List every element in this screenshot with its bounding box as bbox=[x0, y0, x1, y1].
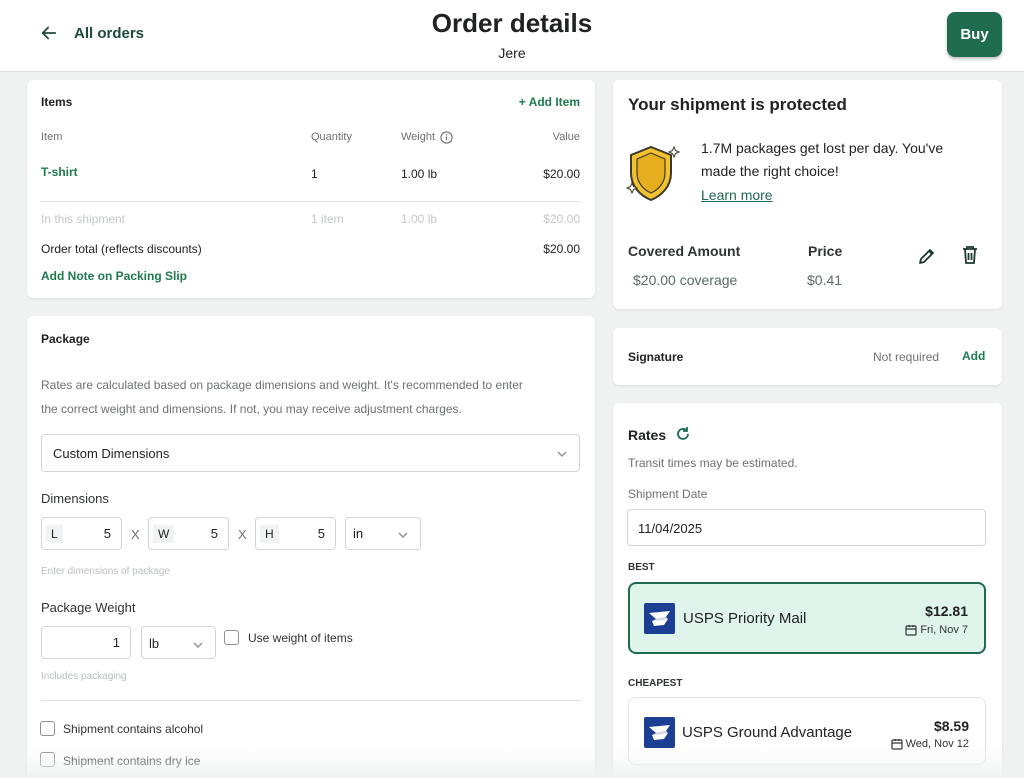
rate-eta: Wed, Nov 12 bbox=[905, 738, 969, 750]
trash-icon[interactable] bbox=[961, 245, 979, 265]
price-value: $0.41 bbox=[807, 272, 843, 288]
package-weight-label: Package Weight bbox=[41, 600, 136, 615]
calendar-icon bbox=[905, 625, 917, 636]
height-value: 5 bbox=[317, 526, 325, 541]
usps-eagle-logo bbox=[644, 603, 675, 634]
package-description-line1: Rates are calculated based on package di… bbox=[41, 378, 523, 392]
protection-message-line1: 1.7M packages get lost per day. You've bbox=[701, 140, 944, 156]
package-divider bbox=[41, 700, 581, 701]
package-heading: Package bbox=[41, 332, 90, 346]
protection-heading: Your shipment is protected bbox=[628, 95, 847, 114]
shipment-weight: 1.00 lb bbox=[401, 212, 438, 226]
page-header: All orders Order details Jere Buy bbox=[0, 0, 1024, 72]
cheapest-tag: CHEAPEST bbox=[628, 678, 683, 689]
length-input[interactable]: L 5 bbox=[41, 517, 122, 550]
alcohol-checkbox[interactable] bbox=[40, 721, 55, 736]
customer-name: Jere bbox=[498, 45, 526, 61]
width-input[interactable]: W 5 bbox=[148, 517, 229, 550]
order-total-label: Order total (reflects discounts) bbox=[41, 242, 202, 256]
items-heading: Items bbox=[41, 95, 73, 109]
dimension-unit-select[interactable]: in bbox=[345, 517, 421, 550]
height-prefix: H bbox=[260, 525, 279, 543]
item-name-link[interactable]: T-shirt bbox=[41, 165, 78, 179]
package-weight-input[interactable]: 1 bbox=[41, 626, 131, 659]
add-packing-note-link[interactable]: Add Note on Packing Slip bbox=[41, 269, 187, 283]
usps-eagle-logo bbox=[644, 717, 675, 748]
rate-option-ground-advantage[interactable]: USPS Ground Advantage $8.59 Wed, Nov 12 bbox=[628, 697, 986, 765]
refresh-icon[interactable] bbox=[675, 426, 691, 442]
weight-unit-select[interactable]: lb bbox=[141, 626, 216, 659]
covered-amount-value: $20.00 coverage bbox=[633, 272, 738, 288]
weight-help: Includes packaging bbox=[41, 671, 127, 682]
column-value: Value bbox=[552, 131, 580, 143]
item-weight: 1.00 lb bbox=[401, 167, 438, 181]
buy-button[interactable]: Buy bbox=[947, 12, 1002, 57]
shipment-date-value: 11/04/2025 bbox=[638, 521, 703, 536]
dimensions-label: Dimensions bbox=[41, 491, 109, 506]
pencil-icon[interactable] bbox=[917, 246, 937, 266]
items-divider bbox=[41, 201, 581, 202]
rate-price: $12.81 bbox=[925, 603, 968, 619]
rate-price: $8.59 bbox=[933, 718, 969, 734]
width-value: 5 bbox=[210, 526, 218, 541]
rates-heading: Rates bbox=[628, 427, 667, 443]
length-value: 5 bbox=[103, 526, 111, 541]
dimension-separator: X bbox=[238, 527, 247, 542]
calendar-icon bbox=[891, 739, 903, 750]
dimension-unit-value: in bbox=[353, 526, 364, 541]
add-signature-button[interactable]: Add bbox=[962, 349, 985, 363]
package-description-line2: the correct weight and dimensions. If no… bbox=[41, 402, 462, 416]
info-icon[interactable] bbox=[440, 131, 453, 144]
protection-message-line2: made the right choice! bbox=[701, 163, 839, 179]
learn-more-link[interactable]: Learn more bbox=[701, 187, 773, 203]
width-prefix: W bbox=[153, 525, 175, 543]
shipment-date-label: Shipment Date bbox=[628, 487, 708, 501]
package-type-value: Custom Dimensions bbox=[53, 446, 170, 461]
shipment-label: In this shipment bbox=[41, 212, 126, 226]
dry-ice-checkbox[interactable] bbox=[40, 752, 55, 767]
chevron-down-icon bbox=[193, 642, 203, 649]
transit-note: Transit times may be estimated. bbox=[628, 456, 798, 470]
rate-option-priority-mail[interactable]: USPS Priority Mail $12.81 Fri, Nov 7 bbox=[628, 582, 986, 654]
carrier-name: USPS Ground Advantage bbox=[682, 724, 853, 741]
height-input[interactable]: H 5 bbox=[255, 517, 336, 550]
carrier-name: USPS Priority Mail bbox=[683, 610, 807, 627]
item-value: $20.00 bbox=[543, 167, 580, 181]
chevron-down-icon bbox=[398, 532, 408, 539]
shipment-date-input[interactable]: 11/04/2025 bbox=[627, 509, 986, 546]
shipment-quantity: 1 item bbox=[311, 212, 344, 226]
covered-amount-label: Covered Amount bbox=[628, 243, 741, 259]
column-item: Item bbox=[41, 131, 63, 143]
signature-label: Signature bbox=[628, 350, 684, 364]
items-card bbox=[27, 80, 595, 298]
item-quantity: 1 bbox=[311, 167, 318, 181]
length-prefix: L bbox=[46, 525, 63, 543]
order-total-value: $20.00 bbox=[543, 242, 580, 256]
dimension-separator: X bbox=[131, 527, 140, 542]
shield-icon bbox=[625, 145, 681, 202]
dry-ice-label: Shipment contains dry ice bbox=[63, 754, 201, 768]
shipment-value: $20.00 bbox=[543, 212, 580, 226]
signature-status: Not required bbox=[873, 350, 940, 364]
column-quantity: Quantity bbox=[311, 131, 352, 143]
best-tag: BEST bbox=[628, 562, 655, 573]
weight-unit-value: lb bbox=[149, 636, 160, 651]
page-title: Order details bbox=[431, 8, 593, 38]
package-type-select[interactable]: Custom Dimensions bbox=[41, 434, 580, 472]
price-label: Price bbox=[808, 243, 843, 259]
use-item-weight-label: Use weight of items bbox=[248, 631, 353, 645]
dimensions-help: Enter dimensions of package bbox=[41, 566, 170, 577]
rate-eta: Fri, Nov 7 bbox=[920, 624, 968, 636]
use-item-weight-checkbox[interactable] bbox=[224, 630, 239, 645]
chevron-down-icon bbox=[557, 451, 567, 458]
add-item-button[interactable]: + Add Item bbox=[519, 95, 580, 109]
package-weight-value: 1 bbox=[112, 635, 120, 650]
alcohol-label: Shipment contains alcohol bbox=[63, 722, 204, 736]
column-weight: Weight bbox=[401, 131, 436, 143]
